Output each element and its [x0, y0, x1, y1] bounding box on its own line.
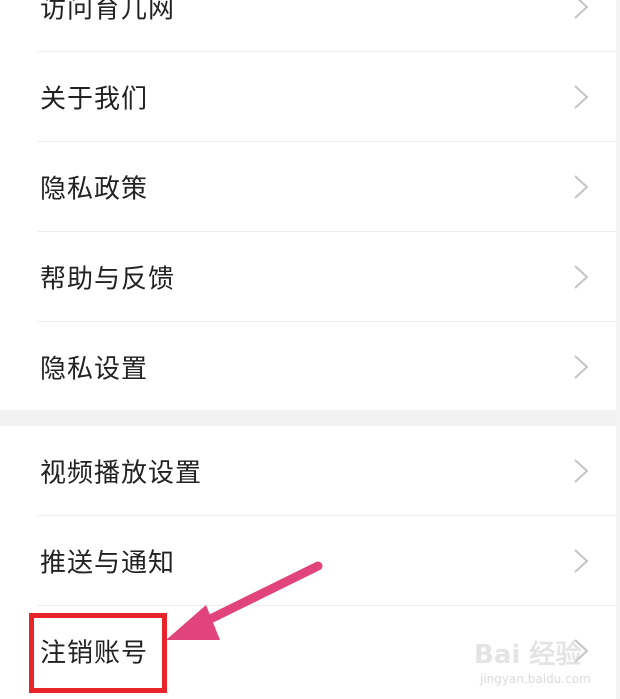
- settings-item-label: 访问育儿网: [40, 0, 176, 25]
- settings-item-about[interactable]: 关于我们: [0, 52, 620, 142]
- watermark-brand: Bai 经验: [474, 640, 582, 670]
- highlight-box: [29, 613, 167, 693]
- settings-item-privacy-policy[interactable]: 隐私政策: [0, 142, 620, 232]
- chevron-right-icon: [574, 459, 589, 483]
- baidu-watermark: Bai 经验 jingyan.baidu.com: [474, 628, 614, 694]
- settings-item-label: 推送与通知: [40, 548, 176, 579]
- settings-item-privacy-settings[interactable]: 隐私设置: [0, 322, 620, 412]
- chevron-right-icon: [574, 265, 589, 289]
- chevron-right-icon: [574, 355, 589, 379]
- settings-item-label: 隐私设置: [40, 354, 149, 385]
- settings-item-label: 视频播放设置: [40, 458, 203, 489]
- watermark-site: jingyan.baidu.com: [480, 672, 591, 686]
- chevron-right-icon: [574, 85, 589, 109]
- chevron-right-icon: [574, 175, 589, 199]
- chevron-right-icon: [574, 0, 589, 19]
- settings-item-help-feedback[interactable]: 帮助与反馈: [0, 232, 620, 322]
- settings-item-label: 帮助与反馈: [40, 264, 176, 295]
- settings-screen: 访问育儿网 关于我们 隐私政策 帮助与反馈 隐私设置 视频播放设置 推送与通知 …: [0, 0, 620, 699]
- section-separator: [0, 410, 620, 426]
- settings-item-label: 隐私政策: [40, 174, 149, 205]
- settings-item-label: 关于我们: [40, 84, 149, 115]
- screen-edge: [616, 0, 620, 699]
- settings-item-visit[interactable]: 访问育儿网: [0, 0, 620, 52]
- chevron-right-icon: [574, 549, 589, 573]
- settings-group-general: 访问育儿网 关于我们 隐私政策 帮助与反馈 隐私设置: [0, 0, 620, 410]
- settings-item-push-notify[interactable]: 推送与通知: [0, 516, 620, 606]
- settings-item-video-playback[interactable]: 视频播放设置: [0, 426, 620, 516]
